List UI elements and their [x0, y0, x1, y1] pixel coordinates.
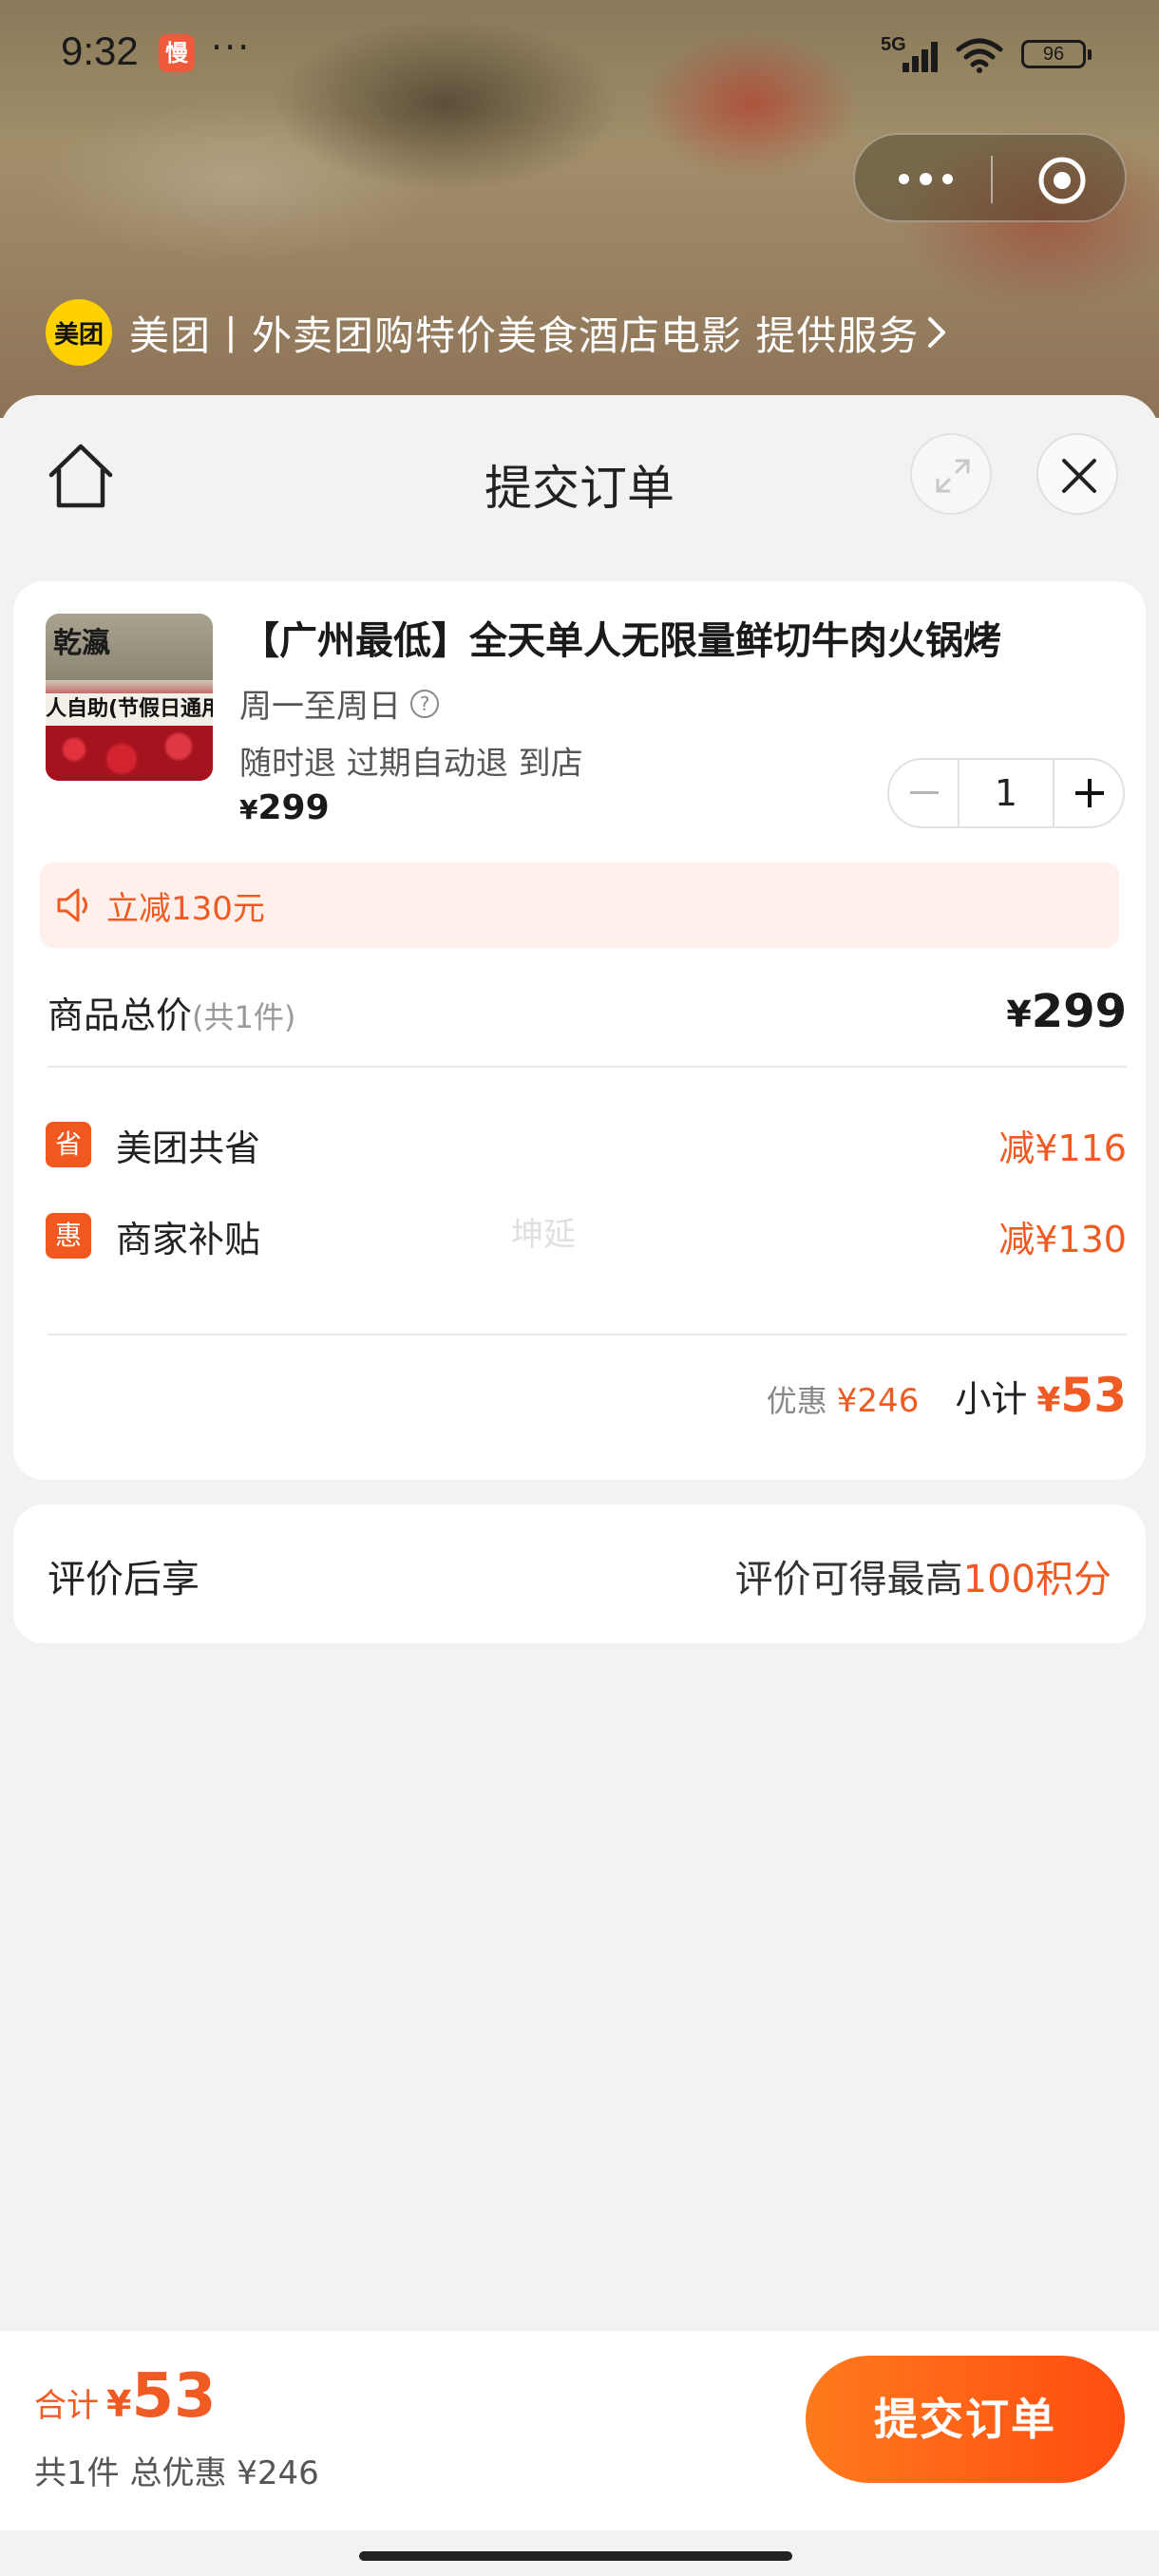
- discount-left: 惠 商家补贴: [46, 1210, 260, 1262]
- total-label: 合计: [34, 2387, 99, 2425]
- speaker-icon: [57, 888, 87, 922]
- decrease-quantity-button[interactable]: [889, 760, 958, 826]
- divider: [48, 1066, 1127, 1068]
- watermark: 坤延: [511, 1216, 576, 1254]
- discount-label: 美团共省: [116, 1127, 261, 1169]
- product-validity: 周一至周日 ?: [239, 680, 439, 727]
- subtotal-discount-label: 优惠: [766, 1383, 827, 1419]
- goods-count: (共1件): [192, 998, 296, 1035]
- miniprogram-capsule: [853, 133, 1127, 222]
- subtotal-row: 优惠 ¥246 小计 ¥ 53: [48, 1368, 1127, 1434]
- meituan-logo: 美团: [46, 299, 112, 366]
- discount-row-merchant: 惠 商家补贴 减¥130: [46, 1203, 1127, 1269]
- checkout-bar: 合计 ¥ 53 共1件 总优惠 ¥246 提交订单: [0, 2331, 1159, 2530]
- subtotal-value: 53: [1060, 1368, 1127, 1423]
- review-reward: 评价可得最高100积分: [735, 1548, 1112, 1603]
- service-provider[interactable]: 美团 美团丨外卖团购特价美食酒店电影 提供服务: [46, 299, 949, 366]
- battery-indicator: 96: [1021, 40, 1092, 68]
- product-tags: 随时退 过期自动退 到店: [239, 745, 583, 783]
- goods-total-row: 商品总价(共1件) ¥299: [48, 969, 1127, 1054]
- divider: [48, 1334, 1127, 1335]
- subtotal-currency: ¥: [1036, 1381, 1061, 1420]
- status-time: 9:32: [61, 28, 139, 73]
- capsule-divider: [991, 156, 993, 203]
- goods-total-currency: ¥: [1006, 994, 1032, 1035]
- more-menu-button[interactable]: [891, 154, 958, 205]
- review-card[interactable]: 评价后享 评价可得最高100积分: [13, 1505, 1146, 1643]
- discount-row-meituan: 省 美团共省 减¥116: [46, 1111, 1127, 1178]
- app-notification-icon: 慢: [159, 34, 195, 72]
- discount-label: 商家补贴: [116, 1218, 261, 1260]
- price-currency: ¥: [239, 794, 258, 825]
- product-title: 【广州最低】全天单人无限量鲜切牛肉火锅烤: [241, 619, 1001, 663]
- review-label: 评价后享: [48, 1558, 200, 1601]
- goods-total-value: ¥299: [1006, 985, 1127, 1038]
- expand-button[interactable]: [910, 433, 992, 515]
- total-line: 合计 ¥ 53: [34, 2361, 217, 2432]
- question-icon[interactable]: ?: [410, 689, 439, 718]
- promo-text: 立减130元: [106, 889, 265, 928]
- increase-quantity-button[interactable]: [1054, 760, 1123, 826]
- goods-total-text: 商品总价: [48, 994, 193, 1036]
- wifi-icon: [956, 38, 1003, 73]
- chevron-right-icon: [928, 317, 946, 348]
- thumbnail-food-image: [46, 726, 213, 781]
- thumbnail-header: 乾瀛: [46, 614, 213, 680]
- validity-text: 周一至周日: [239, 688, 401, 726]
- discount-value: 减¥116: [998, 1127, 1127, 1169]
- home-indicator[interactable]: [359, 2551, 792, 2561]
- thumbnail-brand: 乾瀛: [53, 627, 110, 660]
- signal-icon: [902, 40, 940, 72]
- review-reward-text: 评价可得最高: [734, 1558, 963, 1601]
- product-price: ¥299: [239, 788, 330, 827]
- miniprogram-close-icon[interactable]: [1036, 154, 1089, 207]
- goods-total-amount: 299: [1031, 985, 1127, 1038]
- discount-tag: 惠: [46, 1213, 91, 1259]
- status-bar: 9:32 慢 ··· 5G 96: [0, 0, 1159, 104]
- order-sheet: 提交订单 乾瀛 人自助(节假日通用 【广州最低】全天单人无限量鲜切牛肉火锅烤 周…: [0, 395, 1159, 2576]
- quantity-value[interactable]: 1: [958, 760, 1054, 826]
- discount-left: 省 美团共省: [46, 1119, 260, 1171]
- product-thumbnail[interactable]: 乾瀛 人自助(节假日通用: [46, 614, 213, 781]
- close-button[interactable]: [1036, 433, 1118, 515]
- total-value: 53: [131, 2361, 217, 2432]
- subtotal-label: 小计: [955, 1378, 1028, 1420]
- price-value: 299: [257, 788, 330, 827]
- submit-order-button[interactable]: 提交订单: [806, 2356, 1125, 2483]
- expand-icon: [936, 459, 970, 493]
- discount-value: 减¥130: [998, 1218, 1127, 1260]
- close-icon: [1062, 459, 1096, 493]
- order-card: 乾瀛 人自助(节假日通用 【广州最低】全天单人无限量鲜切牛肉火锅烤 周一至周日 …: [13, 581, 1146, 1480]
- goods-total-label: 商品总价(共1件): [48, 986, 295, 1038]
- more-notifications-icon: ···: [211, 27, 252, 68]
- provider-text: 美团丨外卖团购特价美食酒店电影 提供服务: [129, 312, 920, 359]
- discount-tag: 省: [46, 1122, 91, 1167]
- thumbnail-caption: 人自助(节假日通用: [46, 693, 213, 726]
- review-reward-points: 100积分: [962, 1558, 1112, 1601]
- sheet-header: 提交订单: [0, 395, 1159, 566]
- total-currency: ¥: [106, 2383, 132, 2425]
- subtotal-discount-value: ¥246: [836, 1382, 920, 1420]
- total-summary: 共1件 总优惠 ¥246: [34, 2454, 319, 2492]
- promo-banner: 立减130元: [40, 862, 1119, 948]
- quantity-stepper: 1: [887, 758, 1125, 828]
